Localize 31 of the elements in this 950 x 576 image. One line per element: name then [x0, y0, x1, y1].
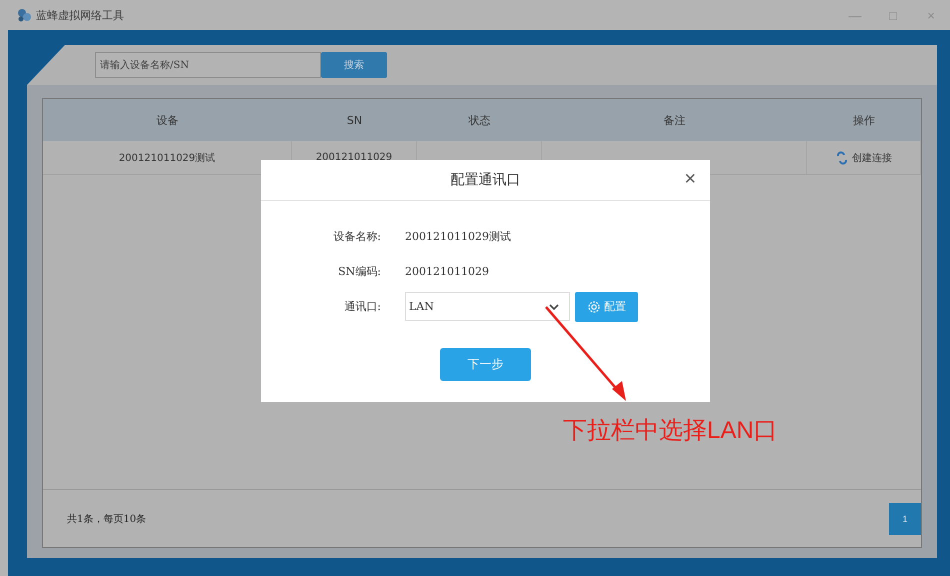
- field-label: 通讯口:: [343, 299, 381, 314]
- pagination-summary: 共1条，每页10条: [67, 512, 146, 526]
- chevron-down-icon: [549, 304, 559, 310]
- port-dropdown[interactable]: LAN: [405, 292, 570, 321]
- field-label: 设备名称:: [332, 229, 381, 244]
- configure-button[interactable]: 配置: [575, 292, 638, 322]
- close-button[interactable]: ×: [912, 0, 950, 30]
- field-value: 200121011029测试: [405, 229, 511, 244]
- gear-icon: [587, 300, 601, 314]
- page-button[interactable]: 1: [889, 502, 921, 534]
- field-value: 200121011029: [405, 265, 489, 278]
- dialog-title: 配置通讯口: [450, 171, 520, 189]
- minimize-button[interactable]: —: [836, 0, 874, 30]
- search-button[interactable]: 搜索: [321, 52, 387, 78]
- column-header: SN: [346, 112, 364, 128]
- column-header: 操作: [852, 112, 876, 128]
- table-cell: 200121011029: [316, 152, 392, 163]
- window-title: 蓝蜂虚拟网络工具: [36, 8, 124, 22]
- next-button[interactable]: 下一步: [440, 348, 531, 381]
- close-button[interactable]: ×: [684, 168, 696, 190]
- column-header: 状态: [468, 112, 492, 128]
- column-header: 设备: [156, 112, 180, 128]
- column-header: 备注: [662, 112, 686, 128]
- table-cell-text: 200121011029测试: [118, 152, 216, 164]
- annotation-text: 下拉栏中选择LAN口: [563, 416, 778, 446]
- link-icon: [835, 150, 849, 164]
- field-label: SN编码:: [337, 264, 381, 279]
- maximize-button[interactable]: □: [874, 0, 912, 30]
- create-connection-link[interactable]: 创建连接: [835, 150, 892, 164]
- app-logo-icon: [16, 7, 32, 23]
- search-field[interactable]: 请输入设备名称/SN: [95, 52, 321, 78]
